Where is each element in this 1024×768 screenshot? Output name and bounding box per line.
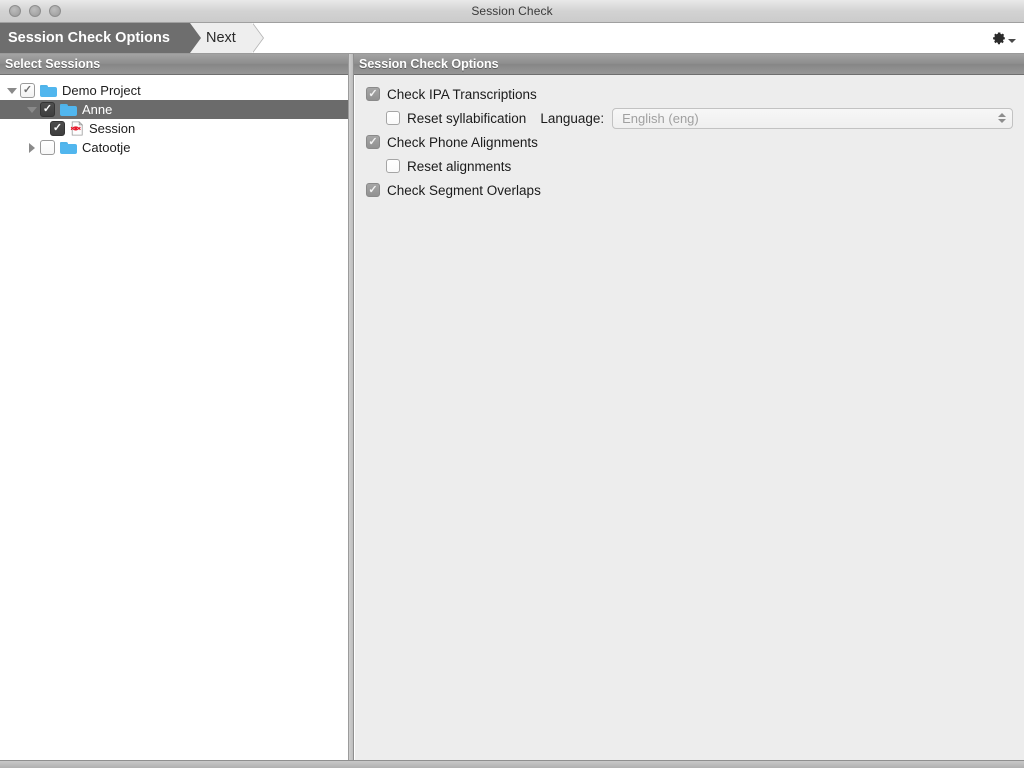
stepper-chevrons-icon [998,113,1006,123]
window-bottom-edge [0,760,1024,768]
expander-toggle[interactable] [24,142,40,153]
session-tree: ✓ Demo Project ✓ Anne ✓ Session Catootje [0,81,348,157]
language-label: Language: [540,110,605,126]
tree-row-anne[interactable]: ✓ Anne [0,100,348,119]
option-label: Check Phone Alignments [387,134,538,150]
tree-item-label: Anne [82,102,113,117]
title-bar: Session Check [0,0,1024,23]
option-check-phone-alignments[interactable]: ✓ Check Phone Alignments [355,130,1024,154]
breadcrumb-item-session-check-options[interactable]: Session Check Options [0,23,201,53]
session-tree-container[interactable]: ✓ Demo Project ✓ Anne ✓ Session Catootje [0,75,348,760]
expander-toggle[interactable] [4,87,20,94]
triangle-down-icon [27,106,37,113]
check-icon: ✓ [22,84,33,96]
options-container: ✓ Check IPA Transcriptions Reset syllabi… [354,75,1024,760]
option-label: Check Segment Overlaps [387,182,541,198]
chevron-down-icon [998,119,1006,123]
language-select[interactable]: English (eng) [612,107,1013,129]
tree-row-catootje[interactable]: Catootje [0,138,348,157]
session-check-options-header: Session Check Options [354,54,1024,75]
triangle-down-icon [7,87,17,94]
breadcrumb: Session Check Options Next [0,23,264,53]
breadcrumb-label: Session Check Options [8,30,170,46]
check-icon: ✓ [368,135,378,148]
triangle-right-icon [29,142,35,153]
tree-row-session[interactable]: ✓ Session [0,119,348,138]
window-controls [0,5,61,17]
check-icon: ✓ [368,183,378,196]
tree-row-demo-project[interactable]: ✓ Demo Project [0,81,348,100]
tree-checkbox[interactable]: ✓ [50,121,65,136]
main-content: Select Sessions ✓ Demo Project ✓ Anne ✓ … [0,54,1024,760]
check-icon: ✓ [42,103,53,115]
chevron-down-icon [1008,39,1016,43]
session-check-window: Session Check Session Check Options Next [0,0,1024,768]
folder-icon [40,84,57,97]
option-checkbox[interactable] [386,159,400,173]
zoom-button[interactable] [49,5,61,17]
tree-checkbox[interactable] [40,140,55,155]
minimize-button[interactable] [29,5,41,17]
option-check-ipa-transcriptions[interactable]: ✓ Check IPA Transcriptions [355,82,1024,106]
check-icon: ✓ [52,122,63,134]
select-sessions-panel: Select Sessions ✓ Demo Project ✓ Anne ✓ … [0,54,349,760]
tree-item-label: Demo Project [62,83,141,98]
option-reset-alignments[interactable]: Reset alignments [355,154,1024,178]
breadcrumb-label: Next [205,30,236,46]
option-checkbox[interactable]: ✓ [366,135,380,149]
option-label: Reset syllabification [407,110,527,126]
language-select-value: English (eng) [622,110,699,126]
window-title: Session Check [471,4,553,18]
folder-icon [60,141,77,154]
session-check-options-panel: Session Check Options ✓ Check IPA Transc… [354,54,1024,760]
tree-checkbox[interactable]: ✓ [40,102,55,117]
tree-checkbox[interactable]: ✓ [20,83,35,98]
breadcrumb-arrow-icon [189,23,201,53]
expander-toggle[interactable] [24,106,40,113]
option-checkbox[interactable]: ✓ [366,87,380,101]
chevron-up-icon [998,113,1006,117]
select-sessions-header: Select Sessions [0,54,348,75]
close-button[interactable] [9,5,21,17]
settings-menu-button[interactable] [990,23,1024,53]
option-checkbox[interactable]: ✓ [366,183,380,197]
gear-icon [993,32,1006,44]
option-label: Reset alignments [407,158,512,174]
option-checkbox[interactable] [386,111,400,125]
folder-icon [60,103,77,116]
check-icon: ✓ [368,87,378,100]
option-check-segment-overlaps[interactable]: ✓ Check Segment Overlaps [355,178,1024,202]
breadcrumb-toolbar: Session Check Options Next [0,23,1024,54]
option-label: Check IPA Transcriptions [387,86,537,102]
session-document-icon [70,120,85,136]
tree-item-label: Catootje [82,140,131,155]
tree-item-label: Session [89,121,136,136]
option-reset-syllabification-row: Reset syllabification Language: English … [355,106,1024,130]
breadcrumb-arrow-icon [251,23,263,53]
